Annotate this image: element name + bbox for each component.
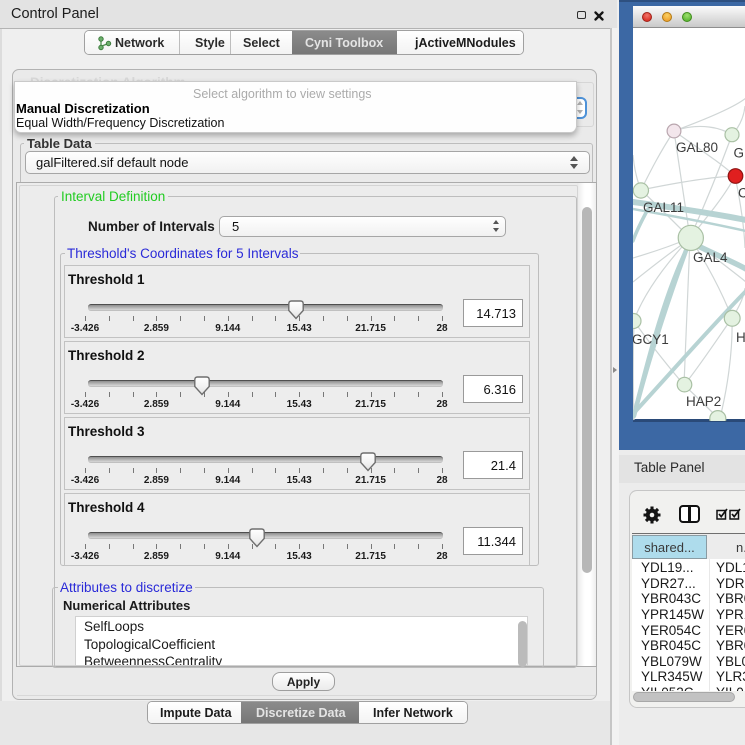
svg-text:C: C	[738, 186, 745, 201]
svg-text:H: H	[736, 330, 745, 345]
svg-text:GAL4: GAL4	[693, 250, 728, 265]
svg-text:GAL11: GAL11	[643, 200, 684, 215]
svg-text:GAL80: GAL80	[676, 140, 718, 155]
svg-text:GCY1: GCY1	[632, 332, 669, 347]
svg-text:HAP2: HAP2	[686, 394, 721, 409]
svg-text:G.: G.	[734, 146, 745, 161]
